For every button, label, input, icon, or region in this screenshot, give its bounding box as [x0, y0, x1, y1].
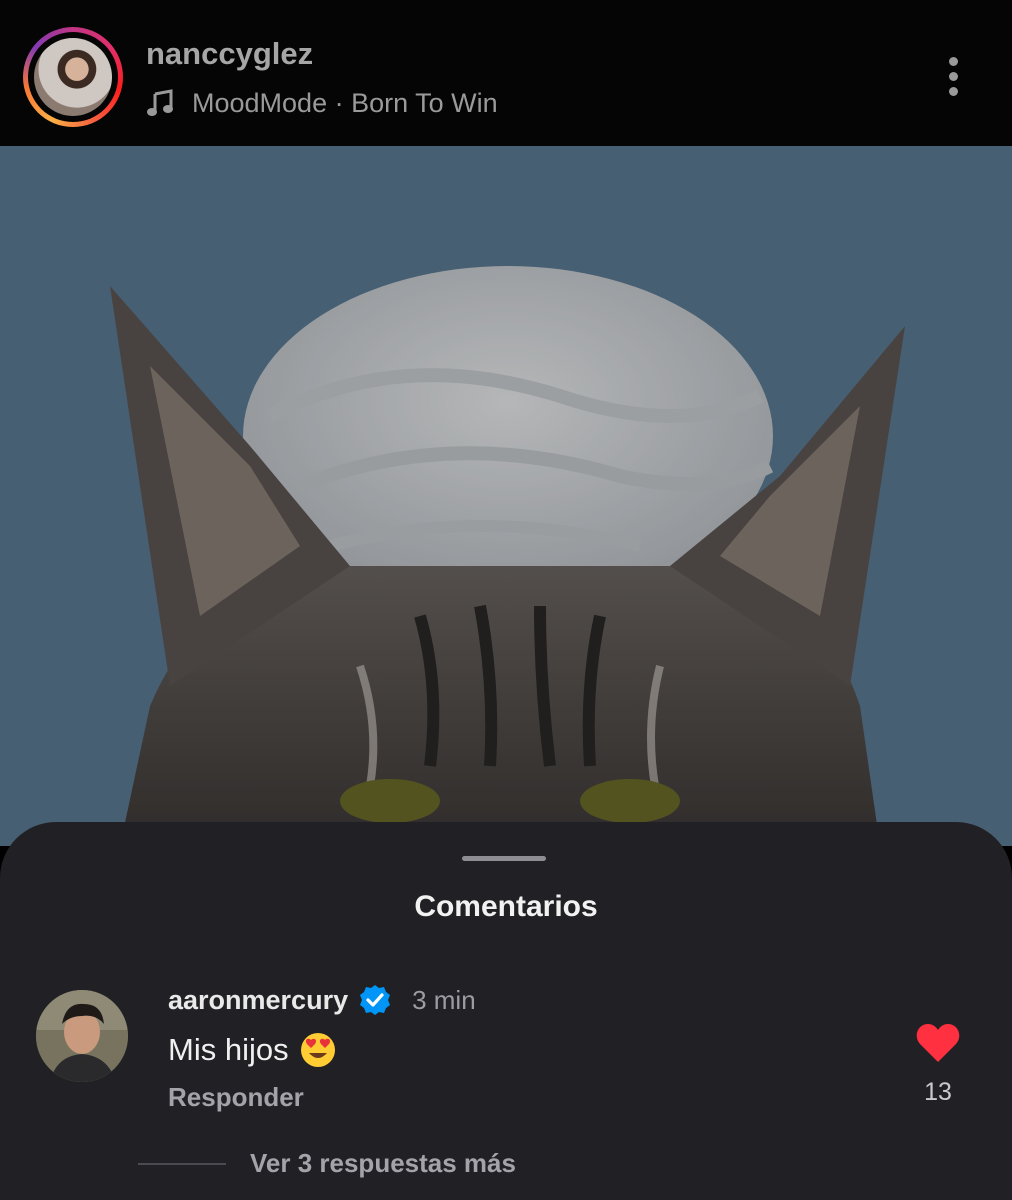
drag-handle[interactable] [462, 856, 546, 861]
view-replies-button[interactable]: Ver 3 respuestas más [250, 1148, 516, 1179]
avatar-image [36, 990, 128, 1082]
heart-eyes-emoji-icon [300, 1033, 335, 1067]
replies-divider [138, 1163, 226, 1165]
comments-sheet: Comentarios aaronmercury 3 min Mis hijos… [0, 822, 1012, 1200]
like-count: 13 [924, 1078, 952, 1106]
more-dot [949, 87, 958, 96]
music-note-icon [147, 89, 173, 116]
comment-username[interactable]: aaronmercury [168, 985, 348, 1016]
comment-text: Mis hijos [168, 1030, 337, 1070]
post-photo[interactable] [0, 146, 1012, 846]
post-username[interactable]: nanccyglez [146, 36, 313, 72]
more-options-button[interactable] [936, 52, 972, 102]
reply-button[interactable]: Responder [168, 1082, 304, 1113]
music-text: MoodMode · Born To Win [192, 87, 498, 118]
post-header: nanccyglez MoodMode · Born To Win [0, 0, 1012, 146]
more-vertical-icon [949, 57, 958, 66]
verified-badge-icon [360, 985, 391, 1015]
more-dot [949, 72, 958, 81]
comment-avatar[interactable] [36, 990, 128, 1082]
comment-header: aaronmercury 3 min [168, 982, 476, 1018]
comment-time: 3 min [412, 984, 476, 1015]
music-attribution[interactable]: MoodMode · Born To Win [146, 86, 498, 120]
photo-dim-overlay [0, 146, 1012, 846]
comment-body: Mis hijos [168, 1032, 289, 1067]
sheet-title: Comentarios [414, 890, 598, 923]
heart-filled-icon[interactable] [915, 1022, 961, 1064]
avatar-image [34, 38, 112, 116]
story-avatar[interactable] [23, 27, 123, 127]
